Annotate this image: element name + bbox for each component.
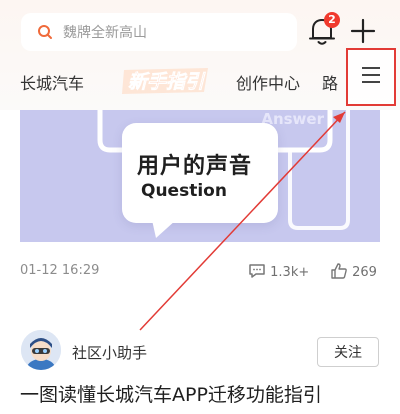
search-placeholder: 魏牌全新高山 bbox=[63, 25, 147, 41]
banner-subtitle: Question bbox=[141, 181, 227, 201]
thumbs-up-icon bbox=[331, 263, 347, 279]
divider bbox=[0, 298, 400, 306]
follow-button[interactable]: 关注 bbox=[317, 337, 379, 367]
menu-button[interactable] bbox=[346, 48, 396, 106]
tab-changcheng[interactable]: 长城汽车 bbox=[20, 70, 84, 94]
comment-count: 1.3k+ bbox=[270, 265, 310, 280]
notification-badge: 2 bbox=[324, 12, 340, 28]
author-name[interactable]: 社区小助手 bbox=[72, 342, 147, 363]
like-count: 269 bbox=[352, 265, 377, 280]
tab-partial[interactable]: 路 bbox=[322, 70, 338, 94]
banner-title: 用户的声音 bbox=[137, 154, 253, 179]
post-title[interactable]: 一图读懂长城汽车APP迁移功能指引 bbox=[20, 380, 322, 407]
comment-stat[interactable]: 1.3k+ bbox=[248, 263, 309, 280]
avatar[interactable] bbox=[21, 330, 61, 370]
plus-icon[interactable] bbox=[350, 18, 376, 44]
search-icon bbox=[31, 18, 59, 46]
channel-tabs: 长城汽车 新手指引 创作中心 路 bbox=[0, 62, 400, 102]
post-date: 01-12 16:29 bbox=[20, 263, 100, 278]
tab-creator-center[interactable]: 创作中心 bbox=[236, 70, 300, 94]
question-card-tail bbox=[152, 220, 176, 238]
search-bar[interactable]: 魏牌全新高山 bbox=[21, 13, 297, 51]
tab-newbie-guide[interactable]: 新手指引 bbox=[118, 62, 212, 98]
tab-newbie-guide-label: 新手指引 bbox=[128, 71, 206, 93]
menu-icon bbox=[361, 66, 381, 88]
comment-icon bbox=[249, 264, 265, 278]
like-stat[interactable]: 269 bbox=[330, 263, 377, 280]
